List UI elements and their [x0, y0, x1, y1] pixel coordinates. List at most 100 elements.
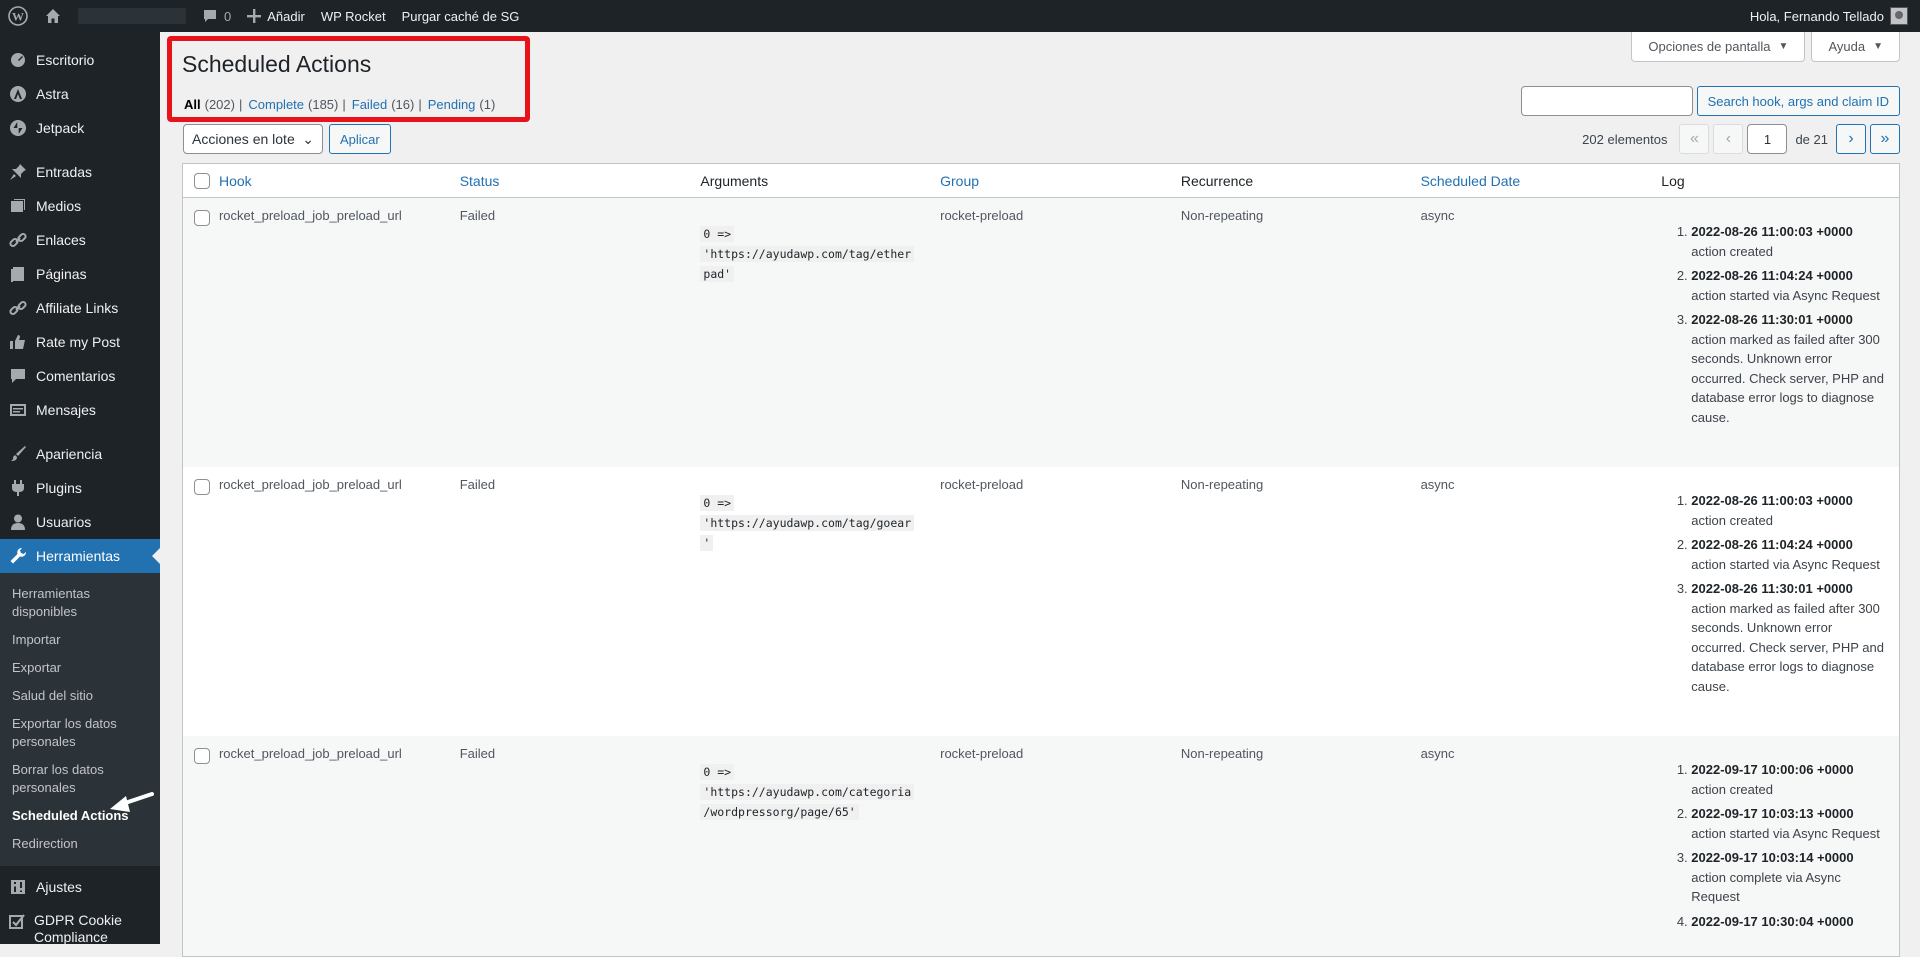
sidebar-item-apariencia[interactable]: Apariencia	[0, 437, 160, 471]
sidebar-item-label: Apariencia	[36, 446, 103, 462]
filter-count: (16)	[391, 97, 415, 112]
filter-complete[interactable]: Complete	[248, 97, 304, 112]
avatar	[1890, 7, 1908, 25]
page-icon	[8, 264, 28, 284]
next-page-button[interactable]: ›	[1836, 124, 1866, 154]
sidebar-item-mensajes[interactable]: Mensajes	[0, 393, 160, 427]
status-cell: Failed	[459, 477, 496, 492]
sidebar-item-plugins[interactable]: Plugins	[0, 471, 160, 505]
prev-page-button[interactable]: ‹	[1713, 124, 1744, 154]
column-group[interactable]: Group	[940, 173, 979, 189]
scheduled-date-cell: async	[1420, 746, 1455, 761]
thumbs-up-icon	[8, 332, 28, 352]
purge-sg-label: Purgar caché de SG	[401, 8, 520, 24]
user-greeting: Hola, Fernando Tellado	[1749, 8, 1884, 24]
sidebar-item-label: Páginas	[36, 266, 87, 282]
arg-line: pad'	[700, 266, 735, 282]
sidebar-item-ajustes[interactable]: Ajustes	[0, 870, 160, 904]
filter-failed[interactable]: Failed	[352, 97, 387, 112]
sidebar-item-jetpack[interactable]: Jetpack	[0, 111, 160, 145]
filter-all[interactable]: All	[184, 97, 201, 112]
row-checkbox[interactable]	[194, 210, 210, 226]
last-page-button[interactable]: »	[1870, 124, 1900, 154]
sidebar-item-usuarios[interactable]: Usuarios	[0, 505, 160, 539]
sidebar-item-escritorio[interactable]: Escritorio	[0, 43, 160, 77]
column-hook[interactable]: Hook	[219, 173, 252, 189]
main-content: Opciones de pantalla ▼ Ayuda ▼ Scheduled A…	[160, 32, 1920, 957]
site-name-redacted[interactable]	[70, 0, 194, 32]
sidebar-item-label: Jetpack	[36, 120, 85, 136]
recurrence-cell: Non-repeating	[1180, 746, 1264, 761]
current-page-input[interactable]: 1	[1747, 124, 1788, 154]
total-pages: de 21	[1795, 131, 1828, 147]
search-input[interactable]	[1520, 86, 1693, 116]
row-checkbox[interactable]	[194, 748, 210, 764]
home-icon[interactable]	[36, 0, 70, 32]
log-entry: 2022-08-26 11:30:01 +0000action marked a…	[1691, 310, 1887, 427]
filter-pending[interactable]: Pending	[428, 97, 476, 112]
group-cell: rocket-preload	[940, 477, 1024, 492]
sidebar-item-comentarios[interactable]: Comentarios	[0, 359, 160, 393]
add-new-menu[interactable]: Añadir	[239, 0, 313, 32]
actions-table: Hook Status Arguments Group Recurrence S…	[182, 163, 1900, 957]
items-count: 202 elementos	[1582, 131, 1668, 147]
link-icon	[8, 298, 28, 318]
submenu-importar[interactable]: Importar	[0, 626, 160, 654]
sidebar-item-medios[interactable]: Medios	[0, 189, 160, 223]
recurrence-cell: Non-repeating	[1180, 477, 1264, 492]
arg-line: '	[700, 535, 714, 551]
row-checkbox[interactable]	[194, 479, 210, 495]
table-row: rocket_preload_job_preload_url Failed 0 …	[183, 198, 1899, 467]
wordpress-logo-icon[interactable]: W	[0, 0, 36, 32]
submenu-exportar-datos-personales[interactable]: Exportar los datos personales	[0, 710, 160, 756]
comments-count: 0	[224, 8, 232, 24]
column-log: Log	[1661, 172, 1685, 189]
sidebar-item-label: Enlaces	[36, 232, 86, 248]
sidebar-item-gdpr-cookie[interactable]: GDPR Cookie Compliance	[0, 904, 160, 946]
log-cell: 2022-08-26 11:00:03 +0000action created …	[1661, 467, 1899, 736]
plugin-icon	[8, 478, 28, 498]
column-scheduled-date[interactable]: Scheduled Date	[1421, 173, 1521, 189]
sidebar-item-paginas[interactable]: Páginas	[0, 257, 160, 291]
sidebar-item-label: Escritorio	[36, 52, 95, 68]
scheduled-date-cell: async	[1420, 477, 1455, 492]
sidebar-item-entradas[interactable]: Entradas	[0, 155, 160, 189]
search-box: Search hook, args and claim ID	[1520, 86, 1900, 116]
comments-link[interactable]: 0	[194, 0, 239, 32]
submenu-exportar[interactable]: Exportar	[0, 654, 160, 682]
screen-options-button[interactable]: Opciones de pantalla ▼	[1631, 32, 1806, 62]
log-entry: 2022-08-26 11:04:24 +0000action started …	[1691, 535, 1887, 574]
column-status[interactable]: Status	[460, 173, 500, 189]
filter-count: (185)	[308, 97, 339, 112]
filter-count: (1)	[479, 97, 496, 112]
log-entry: 2022-09-17 10:00:06 +0000action created	[1691, 760, 1887, 799]
help-button[interactable]: Ayuda ▼	[1811, 32, 1900, 62]
table-header: Hook Status Arguments Group Recurrence S…	[183, 164, 1899, 198]
sidebar-item-affiliate-links[interactable]: Affiliate Links	[0, 291, 160, 325]
wp-rocket-menu[interactable]: WP Rocket	[313, 0, 394, 32]
log-entry: 2022-08-26 11:30:01 +0000action marked a…	[1691, 579, 1887, 696]
sidebar-item-label: Ajustes	[36, 879, 82, 895]
sidebar-item-label: Mensajes	[36, 402, 96, 418]
purge-sg-cache-menu[interactable]: Purgar caché de SG	[394, 0, 528, 32]
search-button[interactable]: Search hook, args and claim ID	[1696, 86, 1900, 116]
apply-button[interactable]: Aplicar	[329, 124, 391, 154]
submenu-herramientas-disponibles[interactable]: Herramientas disponibles	[0, 580, 160, 626]
sidebar-item-enlaces[interactable]: Enlaces	[0, 223, 160, 257]
submenu-redirection[interactable]: Redirection	[0, 830, 160, 858]
sidebar-item-astra[interactable]: Astra	[0, 77, 160, 111]
status-filters: All (202) | Complete (185) | Failed (16) | Pen…	[184, 97, 496, 112]
log-entry: 2022-08-26 11:00:03 +0000action created	[1691, 491, 1887, 530]
submenu-salud-del-sitio[interactable]: Salud del sitio	[0, 682, 160, 710]
status-cell: Failed	[459, 746, 496, 761]
status-cell: Failed	[459, 208, 496, 223]
sidebar-item-herramientas[interactable]: Herramientas	[0, 539, 160, 573]
first-page-button[interactable]: «	[1679, 124, 1710, 154]
user-account-menu[interactable]: Hola, Fernando Tellado	[1742, 0, 1916, 32]
sidebar-item-label: Affiliate Links	[36, 300, 119, 316]
sidebar-item-rate-my-post[interactable]: Rate my Post	[0, 325, 160, 359]
comment-icon	[8, 366, 28, 386]
hook-cell: rocket_preload_job_preload_url	[218, 208, 402, 223]
bulk-action-select[interactable]: Acciones en lote ⌄	[183, 124, 323, 154]
select-all-checkbox[interactable]	[194, 172, 210, 189]
